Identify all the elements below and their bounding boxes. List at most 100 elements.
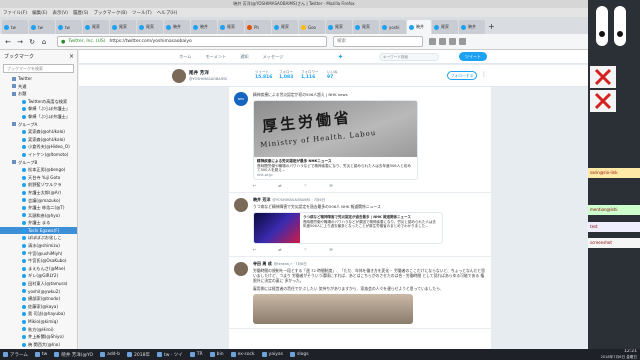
download-icon[interactable]	[449, 38, 456, 45]
more-icon[interactable]: ⋮	[481, 71, 487, 78]
nav-home[interactable]: ホーム	[179, 54, 191, 60]
search-input[interactable]: 検索	[333, 36, 423, 47]
new-tab-button[interactable]: +	[488, 20, 495, 34]
bookmark-item[interactable]: 前野藍ゾワルクラ	[0, 181, 77, 189]
taskbar-item[interactable]: bin	[209, 352, 224, 357]
tweet-avatar[interactable]	[234, 262, 248, 277]
nav-messages[interactable]: メッセージ	[263, 54, 284, 60]
menu-file[interactable]: ファイル(F)	[3, 10, 27, 16]
bookmark-folder[interactable]: グループB	[0, 159, 77, 167]
browser-tab[interactable]: 尾家	[353, 20, 379, 34]
bookmark-item[interactable]: Twitterの高度な検索	[0, 98, 77, 106]
bookmark-item[interactable]: 牛宮(@ushiMiyh)	[0, 250, 77, 258]
bookmark-item[interactable]: まえもんさ(@Mae)	[0, 265, 77, 273]
url-bar[interactable]: ● Twitter, Inc. (US) https://twitter.com…	[57, 36, 327, 47]
tweet-photo[interactable]	[253, 294, 413, 325]
menu-icon[interactable]	[459, 38, 466, 45]
stat-followers[interactable]: フォロワー 1,116	[301, 70, 319, 80]
stat-tweets[interactable]: ツイート 15,816	[255, 70, 272, 80]
browser-tab[interactable]: 暁井	[459, 20, 485, 34]
browser-tab[interactable]: tw	[56, 20, 82, 34]
bookmark-item[interactable]: ギレ(@GIRLY2)	[0, 272, 77, 280]
bookmark-item[interactable]: 拳縛「ぶらぼ弁護士」	[0, 113, 77, 121]
browser-tab[interactable]: 尾家	[272, 20, 298, 34]
link-card[interactable]: 厚生労働省 Ministry of Health, Labou 精神疾患による労…	[253, 100, 418, 181]
taskbar-item[interactable]: 暁井 芳洋(@YO	[54, 352, 93, 358]
nav-notifications[interactable]: 通知	[240, 54, 248, 60]
link-card[interactable]: うつ病など精神障害で労災認定が過去最多 | NHK 報道関係ニュース 長時間労働や…	[253, 212, 443, 245]
bookmark-item[interactable]: 牛宮氏(@OsaKubo)	[0, 257, 77, 265]
tweet-author[interactable]: 暁井 芳洋 @YOSHIMASAOBAIMS · 7月6日	[253, 197, 487, 203]
bookmark-item[interactable]: イトケン(@Itomoto)	[0, 151, 77, 159]
bookmark-item[interactable]: 田村東人(@tamura)	[0, 280, 77, 288]
bookmark-item[interactable]: Mikio(@kimiq)	[0, 318, 77, 326]
bookmark-item[interactable]: 兵頭和彦(@hyo)	[0, 212, 77, 220]
stat-likes[interactable]: いいね 97	[327, 70, 338, 80]
browser-tab[interactable]: Ph	[245, 20, 271, 34]
bookmark-folder[interactable]: 共通	[0, 83, 77, 91]
browser-tab[interactable]: 尾家	[110, 20, 136, 34]
clock[interactable]: 12:21 2018年7月6日 金曜日	[601, 349, 637, 360]
browser-tab[interactable]: tw	[29, 20, 55, 34]
twitter-search-input[interactable]: キーワード検索	[379, 53, 439, 61]
tweet-author[interactable]: 寺田 周 成 @terada_r · 7月6日	[253, 261, 487, 267]
reply-icon[interactable]: ↩	[253, 247, 256, 252]
browser-tab[interactable]: 暁井	[164, 20, 190, 34]
forward-icon[interactable]: →	[15, 37, 25, 47]
browser-tab[interactable]: 尾家	[432, 20, 458, 34]
browser-tab[interactable]: 尾家	[218, 20, 244, 34]
taskbar-item[interactable]: TR	[189, 352, 203, 357]
bookmark-item[interactable]: 佐藤家(@kaya)	[0, 303, 77, 311]
taskbar-item[interactable]: tw · ツイ	[156, 352, 183, 358]
tweet[interactable]: 暁井 芳洋 @YOSHIMASAOBAIMS · 7月6日 うつ病など精神障害で労…	[229, 193, 491, 258]
browser-tab[interactable]: 尾家	[326, 20, 352, 34]
browser-tab[interactable]: 暁井	[191, 20, 217, 34]
bookmark-item[interactable]: 弁護士太郎(@Ar)	[0, 189, 77, 197]
retweet-icon[interactable]: ⇄	[278, 247, 281, 252]
browser-tab[interactable]: Goo	[299, 20, 325, 34]
profile-avatar[interactable]	[172, 69, 186, 83]
twitter-bird-icon[interactable]: ✦	[337, 53, 343, 61]
retweet-icon[interactable]: ⇄	[278, 183, 281, 188]
browser-tab[interactable]: 尾家	[83, 20, 109, 34]
bookmark-search-input[interactable]: ブックマークを検索	[3, 64, 74, 73]
bookmark-folder[interactable]: お題	[0, 90, 77, 98]
home-icon[interactable]: ⌂	[39, 37, 49, 47]
bookmark-item[interactable]: 実家森(@ohUkalo)	[0, 136, 77, 144]
browser-tab[interactable]: 暁井	[407, 20, 431, 34]
stat-following[interactable]: フォロー 1,083	[279, 70, 293, 80]
bookmark-item[interactable]: 暁 関西大(@Ino)	[0, 341, 77, 349]
reload-icon[interactable]: ↻	[27, 37, 37, 47]
sidebar-title[interactable]: ブックマーク	[4, 53, 34, 60]
tweet[interactable]: NHK NEWS WEB 精神疾患による労災認定が初の506人超え | NHK …	[229, 87, 491, 194]
like-icon[interactable]: ♡	[304, 247, 308, 252]
tweet[interactable]: 寺田 周 成 @terada_r · 7月6日 労働時間の規制を一段とする「週 7…	[229, 257, 491, 330]
profile-name[interactable]: 尾井 芳洋	[189, 70, 209, 76]
menu-bookmarks[interactable]: ブックマーク(B)	[93, 10, 127, 16]
browser-tab[interactable]: yoshi	[380, 20, 406, 34]
taskbar-item[interactable]: アラーム	[3, 352, 28, 358]
browser-tab[interactable]: tw	[2, 20, 28, 34]
tweet-button[interactable]: ツイート	[459, 52, 487, 61]
taskbar-item[interactable]: ex·sock	[230, 352, 255, 357]
bookmark-item[interactable]: 井上新聞(@Shiyo)	[0, 333, 77, 341]
reply-icon[interactable]: ↩	[253, 183, 256, 188]
bookmark-item[interactable]: 松本正男(@bengo)	[0, 166, 77, 174]
taskbar-item[interactable]: add-b	[100, 352, 120, 357]
bookmark-item[interactable]: 弁護士 林浩二(@T)	[0, 204, 77, 212]
close-icon[interactable]: ×	[69, 53, 74, 60]
bookmark-item[interactable]: 会議(@mazuko)	[0, 197, 77, 205]
dm-icon[interactable]: ✉	[329, 247, 332, 252]
bookmark-folder[interactable]: Twitter	[0, 75, 77, 83]
bookmark-item[interactable]: ぽぽぽぷお化しこ	[0, 234, 77, 242]
bookmark-item[interactable]: 秋方(@Hiroi)	[0, 326, 77, 334]
dm-icon[interactable]: ✉	[329, 183, 332, 188]
taskbar-item[interactable]: yaiyas	[261, 352, 283, 357]
nav-moments[interactable]: モーメント	[205, 54, 226, 60]
bookmark-item[interactable]: 実家森(@ohUkalo)	[0, 128, 77, 136]
bookmark-item[interactable]: 弁護士 まる	[0, 219, 77, 227]
taskbar-item[interactable]: slogs	[289, 352, 309, 357]
tweet-avatar[interactable]: NHK NEWS WEB	[234, 92, 248, 129]
library-icon[interactable]	[429, 38, 436, 45]
bookmark-item[interactable]: 奥 司法(@hayuba)	[0, 310, 77, 318]
